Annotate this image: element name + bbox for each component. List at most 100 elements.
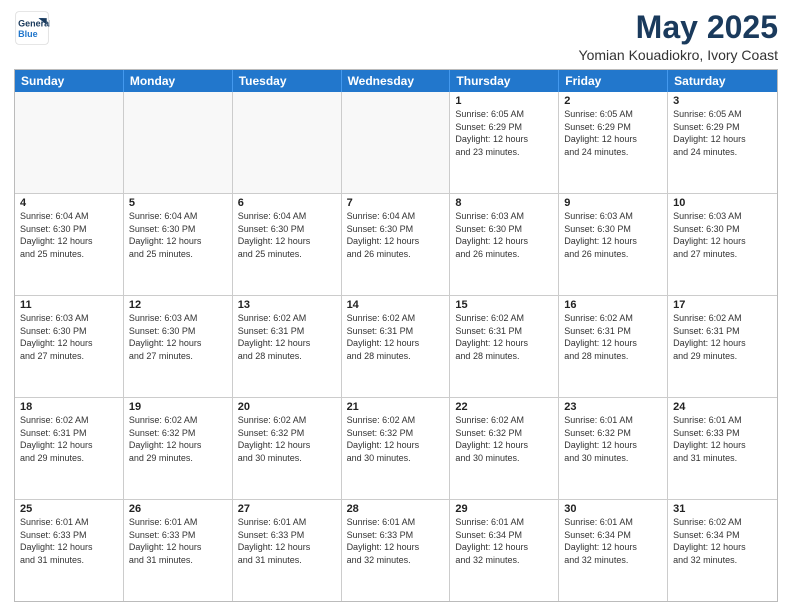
- calendar-cell: 2Sunrise: 6:05 AM Sunset: 6:29 PM Daylig…: [559, 92, 668, 193]
- calendar-cell: 13Sunrise: 6:02 AM Sunset: 6:31 PM Dayli…: [233, 296, 342, 397]
- cell-date: 10: [673, 197, 772, 209]
- cell-date: 4: [20, 197, 118, 209]
- cell-info: Sunrise: 6:03 AM Sunset: 6:30 PM Dayligh…: [455, 210, 553, 260]
- cell-date: 3: [673, 95, 772, 107]
- cell-info: Sunrise: 6:01 AM Sunset: 6:34 PM Dayligh…: [455, 516, 553, 566]
- cell-date: 1: [455, 95, 553, 107]
- cell-date: 15: [455, 299, 553, 311]
- cell-date: 27: [238, 503, 336, 515]
- logo: General Blue: [14, 10, 50, 46]
- cell-date: 24: [673, 401, 772, 413]
- calendar-cell: 8Sunrise: 6:03 AM Sunset: 6:30 PM Daylig…: [450, 194, 559, 295]
- day-header-monday: Monday: [124, 70, 233, 92]
- calendar-cell: 18Sunrise: 6:02 AM Sunset: 6:31 PM Dayli…: [15, 398, 124, 499]
- cell-date: 9: [564, 197, 662, 209]
- cell-info: Sunrise: 6:04 AM Sunset: 6:30 PM Dayligh…: [238, 210, 336, 260]
- cell-info: Sunrise: 6:05 AM Sunset: 6:29 PM Dayligh…: [455, 108, 553, 158]
- cell-info: Sunrise: 6:02 AM Sunset: 6:32 PM Dayligh…: [455, 414, 553, 464]
- day-headers: SundayMondayTuesdayWednesdayThursdayFrid…: [15, 70, 777, 92]
- cell-date: 20: [238, 401, 336, 413]
- cell-info: Sunrise: 6:03 AM Sunset: 6:30 PM Dayligh…: [564, 210, 662, 260]
- calendar-cell: 19Sunrise: 6:02 AM Sunset: 6:32 PM Dayli…: [124, 398, 233, 499]
- calendar-cell: 9Sunrise: 6:03 AM Sunset: 6:30 PM Daylig…: [559, 194, 668, 295]
- calendar-cell: 15Sunrise: 6:02 AM Sunset: 6:31 PM Dayli…: [450, 296, 559, 397]
- cell-info: Sunrise: 6:02 AM Sunset: 6:31 PM Dayligh…: [20, 414, 118, 464]
- calendar-cell: 4Sunrise: 6:04 AM Sunset: 6:30 PM Daylig…: [15, 194, 124, 295]
- calendar-cell: 7Sunrise: 6:04 AM Sunset: 6:30 PM Daylig…: [342, 194, 451, 295]
- cell-info: Sunrise: 6:03 AM Sunset: 6:30 PM Dayligh…: [129, 312, 227, 362]
- main-title: May 2025: [579, 10, 778, 45]
- cell-date: 22: [455, 401, 553, 413]
- cell-info: Sunrise: 6:02 AM Sunset: 6:31 PM Dayligh…: [347, 312, 445, 362]
- page: General Blue May 2025 Yomian Kouadiokro,…: [0, 0, 792, 612]
- day-header-tuesday: Tuesday: [233, 70, 342, 92]
- cell-date: 14: [347, 299, 445, 311]
- cell-info: Sunrise: 6:02 AM Sunset: 6:31 PM Dayligh…: [238, 312, 336, 362]
- calendar-cell: 31Sunrise: 6:02 AM Sunset: 6:34 PM Dayli…: [668, 500, 777, 601]
- calendar-cell: 24Sunrise: 6:01 AM Sunset: 6:33 PM Dayli…: [668, 398, 777, 499]
- header: General Blue May 2025 Yomian Kouadiokro,…: [14, 10, 778, 63]
- cell-info: Sunrise: 6:03 AM Sunset: 6:30 PM Dayligh…: [673, 210, 772, 260]
- cell-date: 17: [673, 299, 772, 311]
- calendar-cell: 14Sunrise: 6:02 AM Sunset: 6:31 PM Dayli…: [342, 296, 451, 397]
- calendar-cell: [124, 92, 233, 193]
- calendar-cell: 17Sunrise: 6:02 AM Sunset: 6:31 PM Dayli…: [668, 296, 777, 397]
- svg-text:Blue: Blue: [18, 29, 38, 39]
- calendar-cell: 3Sunrise: 6:05 AM Sunset: 6:29 PM Daylig…: [668, 92, 777, 193]
- cell-date: 18: [20, 401, 118, 413]
- cell-date: 26: [129, 503, 227, 515]
- cell-info: Sunrise: 6:01 AM Sunset: 6:34 PM Dayligh…: [564, 516, 662, 566]
- cell-info: Sunrise: 6:01 AM Sunset: 6:33 PM Dayligh…: [673, 414, 772, 464]
- cell-info: Sunrise: 6:05 AM Sunset: 6:29 PM Dayligh…: [564, 108, 662, 158]
- calendar-cell: 27Sunrise: 6:01 AM Sunset: 6:33 PM Dayli…: [233, 500, 342, 601]
- cell-info: Sunrise: 6:03 AM Sunset: 6:30 PM Dayligh…: [20, 312, 118, 362]
- cell-info: Sunrise: 6:05 AM Sunset: 6:29 PM Dayligh…: [673, 108, 772, 158]
- cell-date: 30: [564, 503, 662, 515]
- cell-date: 2: [564, 95, 662, 107]
- calendar-cell: 16Sunrise: 6:02 AM Sunset: 6:31 PM Dayli…: [559, 296, 668, 397]
- calendar-cell: 1Sunrise: 6:05 AM Sunset: 6:29 PM Daylig…: [450, 92, 559, 193]
- cell-info: Sunrise: 6:04 AM Sunset: 6:30 PM Dayligh…: [20, 210, 118, 260]
- calendar-cell: [15, 92, 124, 193]
- cell-date: 8: [455, 197, 553, 209]
- calendar: SundayMondayTuesdayWednesdayThursdayFrid…: [14, 69, 778, 602]
- day-header-saturday: Saturday: [668, 70, 777, 92]
- cell-date: 31: [673, 503, 772, 515]
- cell-date: 19: [129, 401, 227, 413]
- cell-date: 23: [564, 401, 662, 413]
- cell-info: Sunrise: 6:02 AM Sunset: 6:32 PM Dayligh…: [129, 414, 227, 464]
- cell-info: Sunrise: 6:01 AM Sunset: 6:33 PM Dayligh…: [129, 516, 227, 566]
- calendar-cell: 22Sunrise: 6:02 AM Sunset: 6:32 PM Dayli…: [450, 398, 559, 499]
- calendar-row: 18Sunrise: 6:02 AM Sunset: 6:31 PM Dayli…: [15, 397, 777, 499]
- cell-info: Sunrise: 6:02 AM Sunset: 6:32 PM Dayligh…: [347, 414, 445, 464]
- cell-date: 21: [347, 401, 445, 413]
- calendar-body: 1Sunrise: 6:05 AM Sunset: 6:29 PM Daylig…: [15, 92, 777, 601]
- cell-info: Sunrise: 6:02 AM Sunset: 6:31 PM Dayligh…: [564, 312, 662, 362]
- cell-date: 13: [238, 299, 336, 311]
- cell-date: 7: [347, 197, 445, 209]
- cell-info: Sunrise: 6:01 AM Sunset: 6:33 PM Dayligh…: [347, 516, 445, 566]
- day-header-friday: Friday: [559, 70, 668, 92]
- cell-date: 28: [347, 503, 445, 515]
- calendar-cell: [233, 92, 342, 193]
- cell-info: Sunrise: 6:04 AM Sunset: 6:30 PM Dayligh…: [347, 210, 445, 260]
- cell-info: Sunrise: 6:02 AM Sunset: 6:32 PM Dayligh…: [238, 414, 336, 464]
- calendar-cell: [342, 92, 451, 193]
- calendar-cell: 26Sunrise: 6:01 AM Sunset: 6:33 PM Dayli…: [124, 500, 233, 601]
- day-header-thursday: Thursday: [450, 70, 559, 92]
- cell-info: Sunrise: 6:01 AM Sunset: 6:33 PM Dayligh…: [20, 516, 118, 566]
- calendar-cell: 28Sunrise: 6:01 AM Sunset: 6:33 PM Dayli…: [342, 500, 451, 601]
- cell-info: Sunrise: 6:02 AM Sunset: 6:31 PM Dayligh…: [673, 312, 772, 362]
- cell-date: 11: [20, 299, 118, 311]
- calendar-cell: 10Sunrise: 6:03 AM Sunset: 6:30 PM Dayli…: [668, 194, 777, 295]
- calendar-cell: 29Sunrise: 6:01 AM Sunset: 6:34 PM Dayli…: [450, 500, 559, 601]
- calendar-row: 4Sunrise: 6:04 AM Sunset: 6:30 PM Daylig…: [15, 193, 777, 295]
- title-block: May 2025 Yomian Kouadiokro, Ivory Coast: [579, 10, 778, 63]
- day-header-sunday: Sunday: [15, 70, 124, 92]
- cell-date: 25: [20, 503, 118, 515]
- cell-info: Sunrise: 6:02 AM Sunset: 6:34 PM Dayligh…: [673, 516, 772, 566]
- calendar-cell: 11Sunrise: 6:03 AM Sunset: 6:30 PM Dayli…: [15, 296, 124, 397]
- calendar-cell: 12Sunrise: 6:03 AM Sunset: 6:30 PM Dayli…: [124, 296, 233, 397]
- cell-date: 29: [455, 503, 553, 515]
- cell-info: Sunrise: 6:02 AM Sunset: 6:31 PM Dayligh…: [455, 312, 553, 362]
